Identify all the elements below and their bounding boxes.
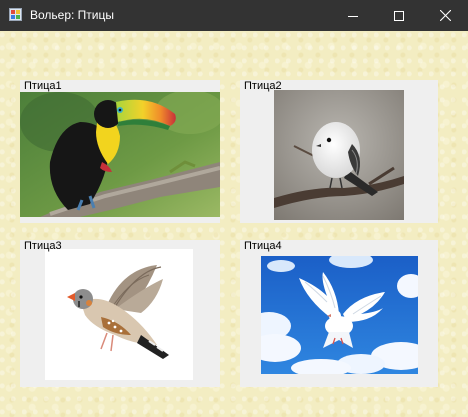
- white-bird-image: [274, 90, 404, 220]
- maximize-button[interactable]: [376, 0, 422, 31]
- bird-label: Птица2: [244, 80, 282, 92]
- finch-image: [45, 249, 193, 380]
- bird-card-3[interactable]: Птица3: [20, 240, 220, 387]
- app-icon: [9, 8, 22, 21]
- close-icon: [439, 10, 451, 21]
- titlebar[interactable]: Вольер: Птицы: [0, 0, 468, 31]
- bird-label: Птица4: [244, 240, 282, 252]
- window-title: Вольер: Птицы: [30, 8, 115, 22]
- bird-card-4[interactable]: Птица4: [240, 240, 438, 387]
- bird-label: Птица1: [24, 80, 62, 92]
- dove-image: [261, 256, 418, 374]
- minimize-icon: [348, 15, 358, 17]
- bird-label: Птица3: [24, 240, 62, 252]
- app-window: Вольер: Птицы Птица1 Птица2 Птица3 Птица…: [0, 0, 468, 417]
- bird-card-2[interactable]: Птица2: [240, 80, 438, 223]
- bird-card-1[interactable]: Птица1: [20, 80, 220, 223]
- close-button[interactable]: [422, 0, 468, 31]
- minimize-button[interactable]: [330, 0, 376, 31]
- aviary-panel: Птица1 Птица2 Птица3 Птица4: [0, 31, 468, 417]
- toucan-image: [20, 92, 220, 217]
- maximize-icon: [394, 10, 404, 21]
